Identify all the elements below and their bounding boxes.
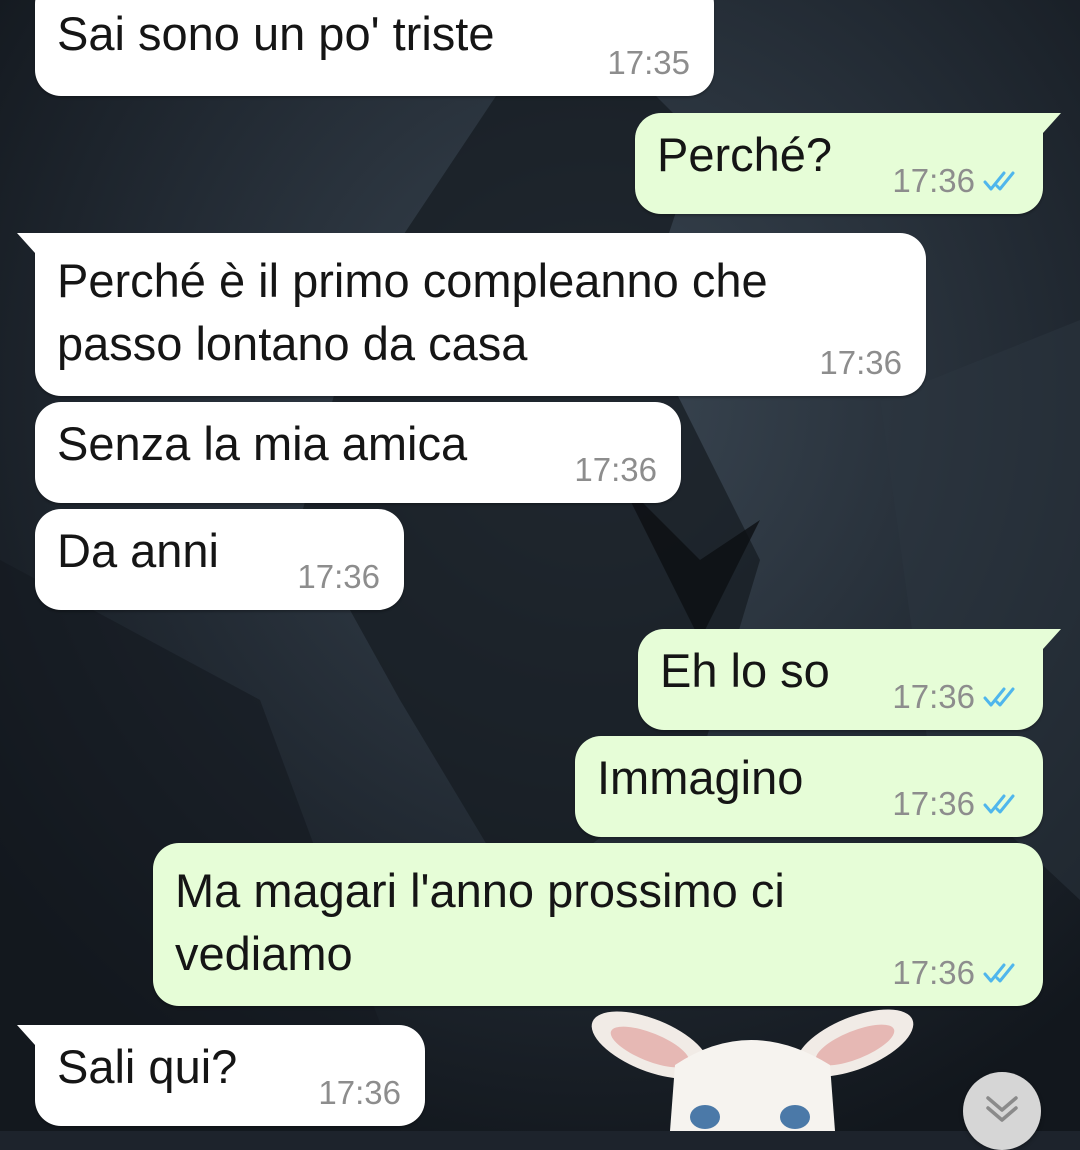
- message-meta: 17:36: [892, 785, 1021, 823]
- message-text: Eh lo so: [660, 644, 830, 697]
- message-meta: 17:36: [318, 1074, 401, 1112]
- message-time: 17:36: [892, 785, 975, 822]
- message-text: Immagino: [597, 751, 804, 804]
- double-chevron-down-icon: [986, 1096, 1018, 1122]
- message-meta: 17:36: [892, 954, 1021, 992]
- message-time: 17:36: [819, 344, 902, 381]
- message-meta: 17:36: [574, 451, 657, 489]
- message-meta: 17:36: [892, 678, 1021, 716]
- double-check-read-icon: [983, 794, 1015, 814]
- message-incoming-1[interactable]: Sai sono un po' triste 17:35: [35, 0, 714, 96]
- message-outgoing-1[interactable]: Perché? 17:36: [635, 113, 1061, 214]
- message-text: Perché?: [657, 128, 833, 181]
- message-text: Senza la mia amica: [57, 417, 468, 470]
- double-check-read-icon: [983, 687, 1015, 707]
- message-meta: 17:36: [892, 162, 1021, 200]
- message-text: Sai sono un po' triste: [57, 7, 495, 60]
- message-outgoing-3[interactable]: Immagino 17:36: [575, 736, 1043, 837]
- message-meta: 17:36: [819, 344, 902, 382]
- message-text: Ma magari l'anno prossimo ci vediamo: [175, 864, 785, 980]
- message-text: Perché è il primo compleanno che passo l…: [57, 254, 768, 370]
- scroll-to-bottom-button[interactable]: [963, 1072, 1041, 1150]
- message-meta: 17:35: [607, 44, 690, 82]
- message-text: Sali qui?: [57, 1040, 238, 1093]
- message-incoming-2[interactable]: Perché è il primo compleanno che passo l…: [17, 233, 926, 396]
- message-time: 17:36: [892, 678, 975, 715]
- double-check-read-icon: [983, 171, 1015, 191]
- message-outgoing-2[interactable]: Eh lo so 17:36: [638, 629, 1061, 730]
- message-meta: 17:36: [297, 558, 380, 596]
- message-time: 17:35: [607, 44, 690, 81]
- message-incoming-3[interactable]: Senza la mia amica 17:36: [35, 402, 681, 503]
- message-incoming-5[interactable]: Sali qui? 17:36: [17, 1025, 425, 1126]
- message-time: 17:36: [574, 451, 657, 488]
- message-time: 17:36: [297, 558, 380, 595]
- message-outgoing-4[interactable]: Ma magari l'anno prossimo ci vediamo 17:…: [153, 843, 1043, 1006]
- lamb-sticker: [591, 1009, 914, 1131]
- message-time: 17:36: [892, 162, 975, 199]
- message-text: Da anni: [57, 524, 219, 577]
- message-incoming-4[interactable]: Da anni 17:36: [35, 509, 404, 610]
- message-time: 17:36: [892, 954, 975, 991]
- message-time: 17:36: [318, 1074, 401, 1111]
- double-check-read-icon: [983, 963, 1015, 983]
